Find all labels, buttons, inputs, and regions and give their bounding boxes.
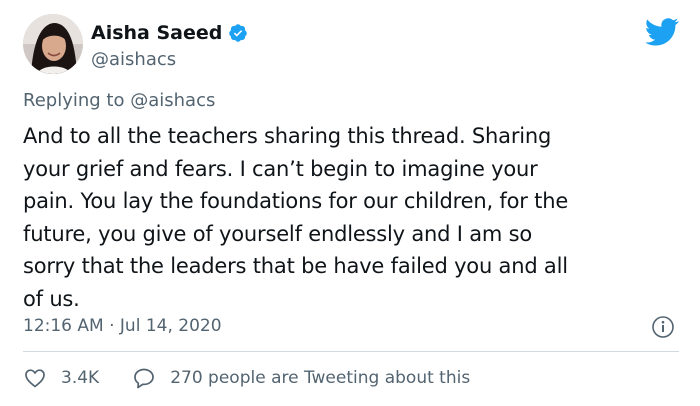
- speech-bubble-icon: [132, 366, 156, 390]
- info-icon[interactable]: [651, 315, 675, 339]
- tweet-card: Aisha Saeed @aishacs Replying to @aishac…: [0, 0, 700, 406]
- replying-to-label: Replying to: [23, 90, 125, 111]
- tweet-timestamp[interactable]: 12:16 AM · Jul 14, 2020: [23, 316, 222, 336]
- tweet-actions: 3.4K 270 people are Tweeting about this: [23, 366, 470, 390]
- avatar[interactable]: [23, 14, 83, 74]
- tweet-text: And to all the teachers sharing this thr…: [23, 120, 683, 315]
- heart-icon: [23, 366, 47, 390]
- author-handle[interactable]: @aishacs: [91, 49, 248, 70]
- tweet-text-line: of us.: [23, 286, 80, 311]
- display-name[interactable]: Aisha Saeed: [91, 22, 222, 44]
- replying-to-mention[interactable]: @aishacs: [130, 90, 215, 111]
- like-button[interactable]: 3.4K: [23, 366, 99, 390]
- reply-button[interactable]: 270 people are Tweeting about this: [132, 366, 470, 390]
- avatar-photo: [23, 14, 83, 74]
- tweet-text-line: future, you give of yourself endlessly a…: [23, 221, 533, 246]
- tweeting-about-text: 270 people are Tweeting about this: [170, 368, 471, 388]
- tweet-text-line: pain. You lay the foundations for our ch…: [23, 189, 569, 213]
- name-row: Aisha Saeed: [91, 21, 248, 45]
- tweet-text-line: And to all the teachers sharing this thr…: [23, 124, 552, 148]
- replying-to: Replying to @aishacs: [23, 90, 215, 111]
- like-count: 3.4K: [61, 368, 100, 388]
- divider: [23, 351, 679, 352]
- twitter-bird-icon[interactable]: [645, 18, 679, 46]
- author-info: Aisha Saeed @aishacs: [91, 21, 248, 70]
- verified-badge-icon: [228, 23, 248, 43]
- tweet-text-line: your grief and fears. I can’t begin to i…: [23, 156, 538, 181]
- tweet-text-line: sorry that the leaders that be have fail…: [23, 254, 568, 278]
